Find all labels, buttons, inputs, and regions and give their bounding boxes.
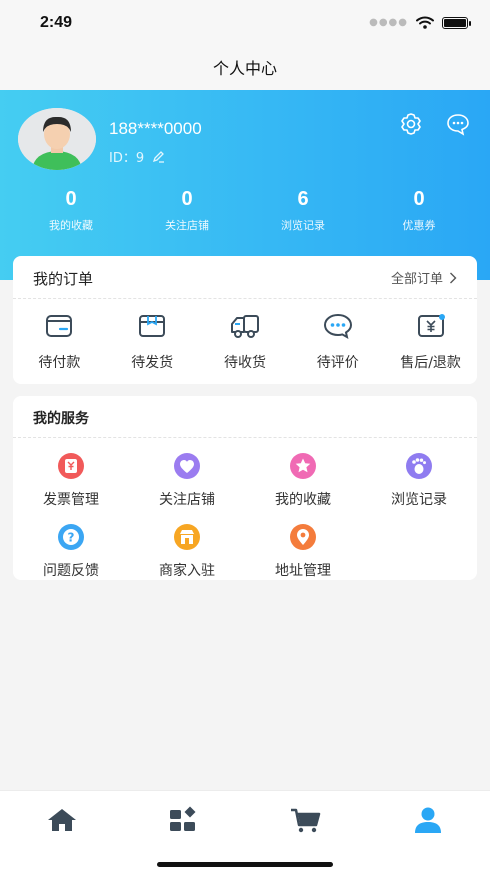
service-label: 地址管理 [275,563,331,579]
service-label: 浏览记录 [391,492,447,508]
settings-icon[interactable] [398,112,424,136]
stat-label: 优惠券 [402,219,436,232]
divider [13,298,477,299]
star-icon [290,453,316,479]
profile-header: 188****0000 ID：9 0 我的收藏 0 关注店铺 6 浏览记录 0 [0,90,490,280]
service-followed-shops[interactable]: 关注店铺 [129,452,245,509]
orders-card: 我的订单 全部订单 待付款 待发货 待收货 待评价 售后/退款 [13,256,477,384]
profile-tab-icon[interactable] [410,805,446,835]
service-label: 商家入驻 [159,563,215,579]
divider [13,437,477,438]
message-icon[interactable] [445,112,471,136]
order-pending-payment[interactable]: 待付款 [13,312,106,372]
category-tab-icon[interactable] [166,805,202,835]
chevron-right-icon [450,272,457,283]
order-label: 待发货 [131,355,174,371]
user-id: ID：9 [109,147,165,166]
signal-icon: ●●●● [369,17,408,28]
service-address[interactable]: 地址管理 [245,523,361,580]
service-label: 关注店铺 [159,492,215,508]
package-icon [139,315,166,337]
status-icons: ●●●● [369,16,471,29]
stat-label: 关注店铺 [165,219,209,232]
service-merchant-join[interactable]: 商家入驻 [129,523,245,580]
order-label: 待收货 [223,355,266,371]
stat-coupons[interactable]: 0 优惠券 [361,188,477,233]
location-pin-icon [290,524,316,550]
home-indicator [157,862,333,867]
footprint-icon [406,453,432,479]
truck-icon [230,315,259,338]
stat-value: 0 [65,188,77,210]
avatar-image [18,108,96,170]
stat-label: 我的收藏 [49,219,93,232]
battery-icon [442,16,471,29]
refund-icon [417,314,445,337]
invoice-icon [58,453,84,479]
edit-icon[interactable] [152,150,165,163]
order-pending-review[interactable]: 待评价 [291,312,384,372]
order-status-row: 待付款 待发货 待收货 待评价 售后/退款 [13,312,477,372]
stat-favorites[interactable]: 0 我的收藏 [13,188,129,233]
avatar[interactable] [18,108,96,170]
page-title: 个人中心 [212,59,277,78]
service-label: 我的收藏 [275,492,331,508]
svg-text:?: ? [68,531,75,545]
stat-label: 浏览记录 [281,219,325,232]
nav-bar: 个人中心 [0,48,490,90]
username: 188****0000 [109,119,202,138]
services-grid: 发票管理 关注店铺 我的收藏 浏览记录 ? 问题反馈 商家入驻 地址管理 [13,452,477,580]
home-tab-icon[interactable] [44,805,80,835]
status-time: 2:49 [40,14,73,31]
user-id-text: ID：9 [109,151,145,166]
service-invoice[interactable]: 发票管理 [13,452,129,509]
service-feedback[interactable]: ? 问题反馈 [13,523,129,580]
service-browse-history[interactable]: 浏览记录 [361,452,477,509]
order-pending-receipt[interactable]: 待收货 [199,312,292,372]
stat-followed-shops[interactable]: 0 关注店铺 [129,188,245,233]
service-label: 问题反馈 [43,563,99,579]
all-orders-label: 全部订单 [390,272,443,287]
cart-tab-icon[interactable] [288,805,324,835]
stat-value: 6 [297,188,309,210]
order-label: 待评价 [316,355,359,371]
chat-bubble-icon [323,313,352,339]
wallet-icon [46,315,73,337]
services-title: 我的服务 [33,411,89,427]
services-card: 我的服务 发票管理 关注店铺 我的收藏 浏览记录 ? 问题反馈 商家入驻 地址管… [13,396,477,580]
all-orders-link[interactable]: 全部订单 [391,268,457,287]
stats-row: 0 我的收藏 0 关注店铺 6 浏览记录 0 优惠券 [0,188,490,233]
question-icon: ? [58,524,84,550]
order-label: 售后/退款 [400,355,461,371]
orders-title: 我的订单 [33,270,94,288]
wifi-icon [416,16,434,29]
service-favorites[interactable]: 我的收藏 [245,452,361,509]
stat-value: 0 [413,188,425,210]
order-after-sales[interactable]: 售后/退款 [384,312,477,372]
heart-icon [174,453,200,479]
stat-value: 0 [181,188,193,210]
order-pending-shipment[interactable]: 待发货 [106,312,199,372]
store-icon [174,524,200,550]
service-label: 发票管理 [43,492,99,508]
stat-browse-history[interactable]: 6 浏览记录 [245,188,361,233]
status-bar: 2:49 ●●●● [0,0,490,48]
order-label: 待付款 [38,355,81,371]
